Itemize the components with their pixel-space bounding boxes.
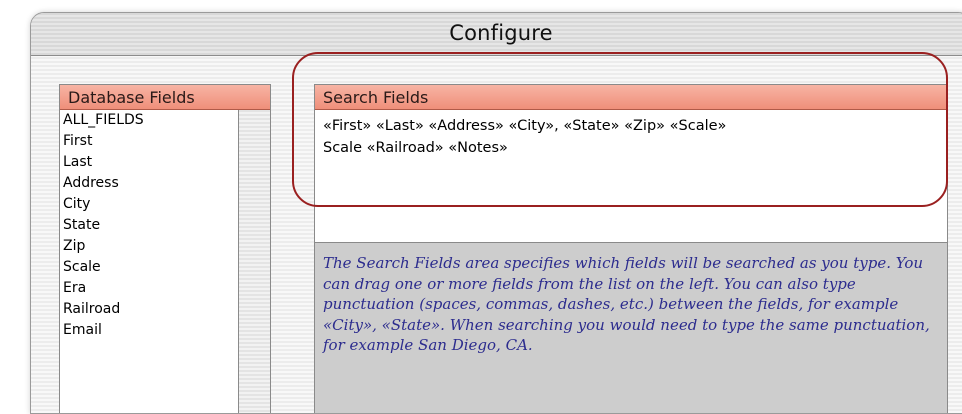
search-fields-panel: Search Fields «First» «Last» «Address» «… <box>314 84 948 413</box>
search-fields-help-box: The Search Fields area specifies which f… <box>315 242 947 413</box>
field-item-last[interactable]: Last <box>60 152 238 173</box>
field-item-era[interactable]: Era <box>60 278 238 299</box>
field-item-address[interactable]: Address <box>60 173 238 194</box>
field-item-state[interactable]: State <box>60 215 238 236</box>
database-fields-panel: Database Fields ALL_FIELDS First Last Ad… <box>59 84 271 413</box>
database-fields-header-label: Database Fields <box>68 88 195 107</box>
title-bar[interactable]: Configure <box>31 13 962 56</box>
configure-window: Configure Database Fields ALL_FIELDS Fir… <box>30 12 962 414</box>
search-fields-header: Search Fields <box>315 85 947 110</box>
field-item-city[interactable]: City <box>60 194 238 215</box>
field-item-all-fields[interactable]: ALL_FIELDS <box>60 110 238 131</box>
window-title: Configure <box>449 21 553 45</box>
search-fields-help-text: The Search Fields area specifies which f… <box>323 254 930 354</box>
search-fields-header-label: Search Fields <box>323 88 429 107</box>
field-item-zip[interactable]: Zip <box>60 236 238 257</box>
database-fields-list[interactable]: ALL_FIELDS First Last Address City State… <box>60 110 239 413</box>
field-item-railroad[interactable]: Railroad <box>60 299 238 320</box>
field-item-first[interactable]: First <box>60 131 238 152</box>
field-item-email[interactable]: Email <box>60 320 238 341</box>
database-fields-header: Database Fields <box>60 85 270 110</box>
field-item-scale[interactable]: Scale <box>60 257 238 278</box>
database-fields-scrollbar[interactable] <box>239 110 270 413</box>
search-fields-text-area[interactable]: «First» «Last» «Address» «City», «State»… <box>323 115 935 235</box>
